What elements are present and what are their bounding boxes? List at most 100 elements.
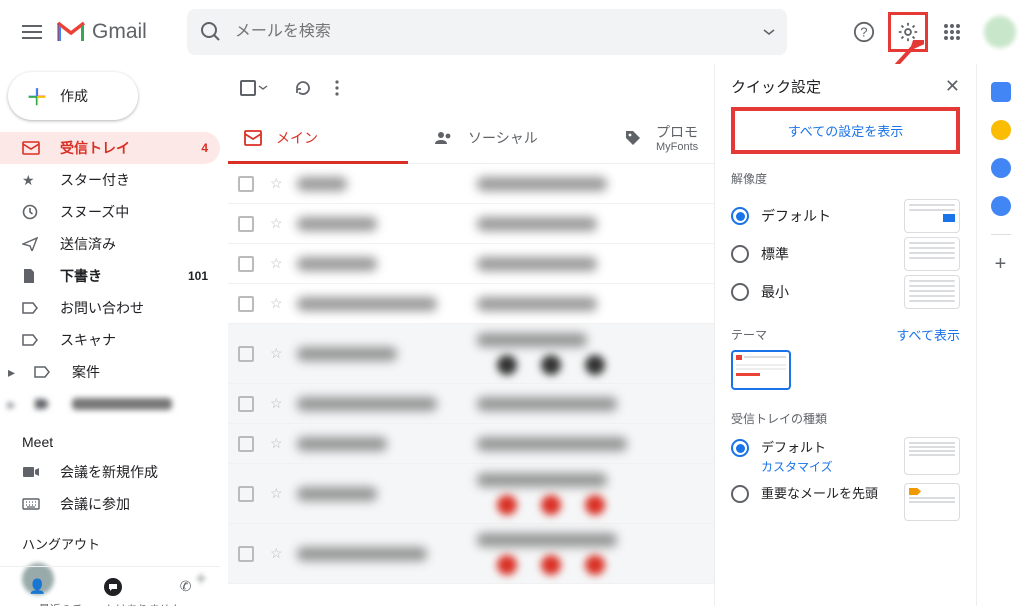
people-icon	[434, 131, 454, 145]
keep-addon-icon[interactable]	[991, 120, 1011, 140]
quick-settings-panel: クイック設定 ✕ すべての設定を表示 解像度 デフォルト 標準 最小 テーマ す…	[714, 64, 976, 606]
sidebar-item-label-anken[interactable]: ▸ 案件	[0, 356, 220, 388]
quick-settings-title: クイック設定	[731, 76, 821, 97]
tab-promo-label: プロモ	[656, 122, 698, 142]
star-icon: ★	[22, 172, 42, 189]
sidebar-item-starred[interactable]: ★ スター付き	[0, 164, 220, 196]
sidebar-item-label-hidden[interactable]: ▸	[0, 388, 220, 420]
theme-view-all[interactable]: すべて表示	[896, 325, 960, 344]
tab-promo-sub: MyFonts	[656, 142, 698, 153]
star-icon[interactable]: ☆	[270, 395, 283, 412]
drafts-count: 101	[188, 269, 208, 283]
row-checkbox[interactable]	[238, 486, 254, 502]
radio-icon	[731, 245, 749, 263]
row-checkbox[interactable]	[238, 296, 254, 312]
sidebar-item-label-scanner[interactable]: スキャナ	[0, 324, 220, 356]
sidebar-label: スター付き	[60, 170, 130, 190]
clock-icon	[22, 204, 42, 220]
chevron-down-icon[interactable]	[258, 85, 268, 91]
see-all-settings-button[interactable]: すべての設定を表示	[731, 107, 960, 154]
gmail-m-icon	[56, 21, 86, 43]
refresh-icon	[294, 79, 312, 97]
tab-primary[interactable]: メイン	[228, 112, 418, 163]
chevron-right-icon: ▸	[8, 364, 28, 381]
video-icon	[22, 466, 42, 478]
search-options-dropdown-icon[interactable]	[763, 29, 775, 35]
account-avatar[interactable]	[984, 16, 1016, 48]
label-icon	[22, 302, 42, 314]
close-button[interactable]: ✕	[945, 76, 960, 97]
meet-join-meeting[interactable]: 会議に参加	[0, 488, 220, 520]
star-icon[interactable]: ☆	[270, 485, 283, 502]
meet-header: Meet	[0, 420, 220, 456]
customize-link[interactable]: カスタマイズ	[761, 458, 833, 475]
sidebar-item-label-inquiry[interactable]: お問い合わせ	[0, 292, 220, 324]
row-checkbox[interactable]	[238, 176, 254, 192]
refresh-button[interactable]	[286, 71, 320, 105]
hangouts-phone-icon[interactable]: ✆	[180, 578, 192, 595]
inbox-type-default[interactable]: デフォルト カスタマイズ	[731, 437, 960, 475]
row-checkbox[interactable]	[238, 256, 254, 272]
more-button[interactable]	[320, 71, 354, 105]
sidebar-item-inbox[interactable]: 受信トレイ 4	[0, 132, 220, 164]
compose-button[interactable]: ＋ 作成	[8, 72, 138, 120]
select-all-checkbox[interactable]	[240, 80, 268, 96]
hangouts-contacts-icon[interactable]: 👤	[28, 578, 45, 595]
row-checkbox[interactable]	[238, 216, 254, 232]
row-checkbox[interactable]	[238, 346, 254, 362]
help-icon: ?	[853, 21, 875, 43]
product-name: Gmail	[92, 20, 147, 44]
row-checkbox[interactable]	[238, 436, 254, 452]
sidebar-label: 受信トレイ	[60, 138, 130, 158]
apps-button[interactable]	[932, 12, 972, 52]
star-icon[interactable]: ☆	[270, 295, 283, 312]
density-comfortable[interactable]: 標準	[731, 235, 960, 273]
meet-join-label: 会議に参加	[60, 494, 130, 514]
density-preview-compact	[904, 275, 960, 309]
tab-social[interactable]: ソーシャル	[418, 112, 608, 163]
inbox-type-important-first[interactable]: 重要なメールを先頭	[731, 483, 960, 521]
theme-thumbnail[interactable]	[731, 350, 791, 390]
tab-primary-label: メイン	[276, 128, 318, 148]
main-menu-button[interactable]	[8, 8, 56, 56]
star-icon[interactable]: ☆	[270, 255, 283, 272]
sidebar-label: 送信済み	[60, 234, 116, 254]
density-section-label: 解像度	[731, 170, 960, 187]
density-preview-comfortable	[904, 237, 960, 271]
star-icon[interactable]: ☆	[270, 435, 283, 452]
calendar-addon-icon[interactable]	[991, 82, 1011, 102]
settings-button[interactable]	[888, 12, 928, 52]
star-icon[interactable]: ☆	[270, 345, 283, 362]
search-icon	[199, 20, 223, 44]
tasks-addon-icon[interactable]	[991, 158, 1011, 178]
meet-new-label: 会議を新規作成	[60, 462, 158, 482]
sent-icon	[22, 237, 42, 251]
contacts-addon-icon[interactable]	[991, 196, 1011, 216]
search-input[interactable]	[235, 23, 763, 41]
row-checkbox[interactable]	[238, 546, 254, 562]
help-button[interactable]: ?	[844, 12, 884, 52]
star-icon[interactable]: ☆	[270, 175, 283, 192]
hangouts-chat-icon[interactable]	[103, 577, 123, 597]
density-compact[interactable]: 最小	[731, 273, 960, 311]
radio-icon	[731, 283, 749, 301]
plus-icon: ＋	[26, 80, 48, 112]
meet-new-meeting[interactable]: 会議を新規作成	[0, 456, 220, 488]
hangouts-header: ハングアウト	[0, 520, 220, 559]
tag-icon	[624, 129, 642, 147]
more-vert-icon	[335, 80, 339, 96]
sidebar-item-sent[interactable]: 送信済み	[0, 228, 220, 260]
get-addons-button[interactable]: +	[995, 253, 1007, 276]
inbox-type-label: 受信トレイの種類	[731, 410, 960, 427]
sidebar-item-snoozed[interactable]: スヌーズ中	[0, 196, 220, 228]
side-panel: +	[976, 64, 1024, 606]
row-checkbox[interactable]	[238, 396, 254, 412]
sidebar-item-drafts[interactable]: 下書き 101	[0, 260, 220, 292]
star-icon[interactable]: ☆	[270, 545, 283, 562]
search-bar[interactable]	[187, 9, 787, 55]
radio-icon	[731, 207, 749, 225]
compose-label: 作成	[60, 86, 88, 106]
density-default[interactable]: デフォルト	[731, 197, 960, 235]
star-icon[interactable]: ☆	[270, 215, 283, 232]
gmail-logo[interactable]: Gmail	[56, 20, 147, 44]
